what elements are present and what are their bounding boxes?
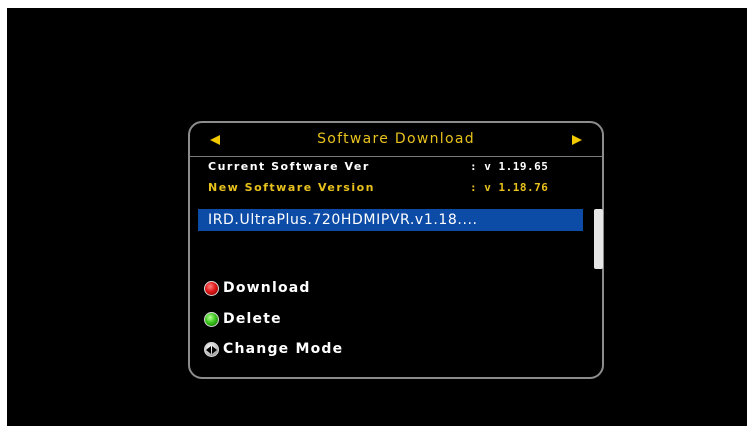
change-mode-action[interactable]: Change Mode [204, 339, 343, 359]
new-version-label: New Software Version [208, 181, 375, 194]
list-item[interactable]: IRD.UltraPlus.720HDMIPVR.v1.18.... [198, 209, 583, 231]
current-version-value: : v 1.19.65 [470, 160, 549, 173]
title-divider [190, 156, 602, 157]
new-version-row: New Software Version : v 1.18.76 [208, 181, 572, 197]
software-download-dialog: Software Download Current Software Ver :… [188, 121, 604, 379]
current-version-label: Current Software Ver [208, 160, 370, 173]
title-bar: Software Download [190, 123, 602, 155]
delete-action[interactable]: Delete [204, 309, 282, 329]
delete-label: Delete [223, 311, 282, 327]
dialog-title: Software Download [317, 131, 475, 147]
arrow-right-icon[interactable] [572, 135, 582, 145]
list-scrollbar[interactable] [594, 209, 603, 269]
green-button-icon [204, 311, 219, 327]
change-mode-label: Change Mode [223, 341, 344, 357]
current-version-row: Current Software Ver : v 1.19.65 [208, 160, 572, 176]
left-right-nav-button-icon [204, 341, 219, 357]
red-button-icon [204, 280, 219, 296]
download-label: Download [223, 280, 311, 296]
tv-screen: Software Download Current Software Ver :… [7, 8, 747, 426]
software-file-list: IRD.UltraPlus.720HDMIPVR.v1.18.... [198, 209, 603, 271]
new-version-value: : v 1.18.76 [470, 181, 549, 194]
download-action[interactable]: Download [204, 278, 311, 298]
